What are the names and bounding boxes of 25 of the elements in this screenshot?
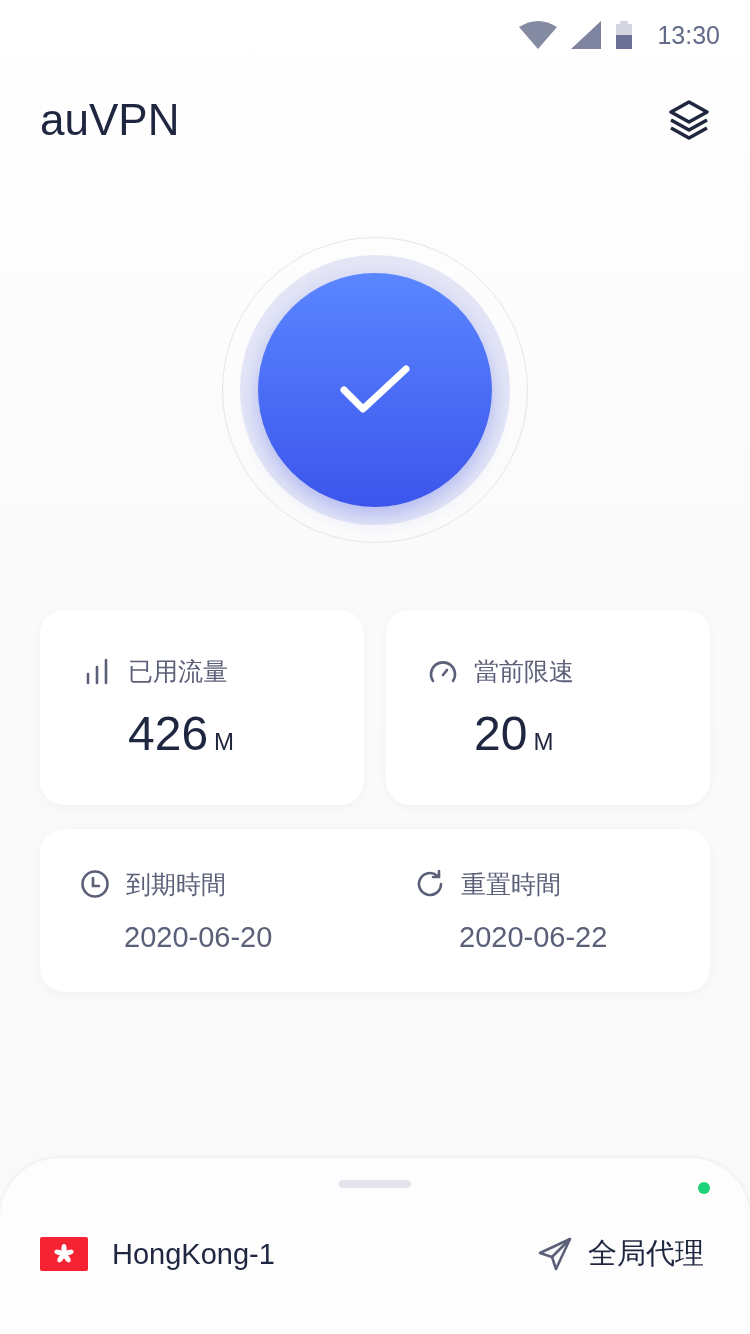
stat-label: 已用流量: [128, 655, 228, 687]
clock-icon: [80, 869, 110, 899]
date-label: 重置時間: [461, 868, 561, 900]
app-title: auVPN: [40, 95, 180, 145]
layers-button[interactable]: [668, 100, 710, 140]
server-selector[interactable]: HongKong-1: [40, 1237, 275, 1271]
paper-plane-icon: [538, 1237, 572, 1271]
stat-value: 20: [474, 705, 528, 761]
drag-handle[interactable]: [339, 1180, 411, 1188]
flag-icon: [40, 1237, 88, 1271]
battery-icon: [615, 21, 634, 49]
date-value: 2020-06-22: [458, 920, 609, 954]
stat-unit: M: [214, 727, 235, 756]
connect-button[interactable]: [258, 273, 492, 507]
stat-unit: M: [533, 727, 554, 756]
checkmark-icon: [339, 364, 411, 416]
signal-icon: [571, 21, 602, 49]
proxy-mode-button[interactable]: 全局代理: [538, 1234, 704, 1274]
status-time: 13:30: [657, 20, 720, 50]
date-value: 2020-06-20: [123, 920, 274, 954]
wifi-icon: [519, 21, 558, 49]
stat-label: 當前限速: [474, 655, 574, 687]
stat-value: 426: [128, 705, 209, 761]
refresh-icon: [415, 869, 445, 899]
date-label: 到期時間: [126, 868, 226, 900]
